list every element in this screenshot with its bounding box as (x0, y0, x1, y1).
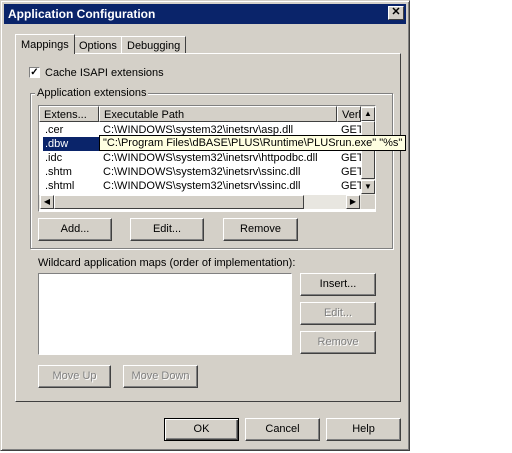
horizontal-scroll-thumb[interactable] (54, 195, 304, 209)
row-dbw-ext[interactable]: .dbw (43, 137, 99, 151)
wildcard-maps-list[interactable] (38, 273, 292, 355)
path-tooltip: "C:\Program Files\dBASE\PLUS\Runtime\PLU… (99, 135, 407, 151)
checkmark-icon: ✓ (30, 67, 39, 78)
wildcard-edit-button[interactable]: Edit... (300, 302, 376, 325)
title-bar[interactable]: Application Configuration ✕ (4, 4, 406, 24)
close-icon: ✕ (391, 6, 401, 18)
row-idc-verb[interactable]: GET (341, 151, 361, 165)
tab-mappings-label: Mappings (21, 39, 69, 51)
scrollbar-corner (361, 195, 375, 209)
extensions-list[interactable]: Extens... Executable Path Verl .cer C:\W… (38, 105, 376, 212)
cancel-button[interactable]: Cancel (245, 418, 320, 441)
tab-options-label: Options (79, 40, 117, 52)
row-shtml-ext[interactable]: .shtml (45, 179, 97, 193)
tab-debugging-label: Debugging (127, 40, 181, 52)
row-shtml-verb[interactable]: GET (341, 179, 361, 193)
row-shtm-path[interactable]: C:\WINDOWS\system32\inetsrv\ssinc.dll (103, 165, 335, 179)
scroll-right-button[interactable]: ▶ (346, 195, 360, 209)
insert-button[interactable]: Insert... (300, 273, 376, 296)
scroll-down-button[interactable]: ▼ (361, 180, 375, 194)
tab-mappings[interactable]: Mappings (15, 34, 75, 54)
column-header-verbs[interactable]: Verl (337, 106, 361, 122)
cache-isapi-checkbox[interactable]: ✓ (29, 67, 40, 78)
arrow-down-icon: ▼ (364, 182, 372, 191)
arrow-left-icon: ◀ (43, 197, 51, 206)
dialog-title: Application Configuration (8, 7, 156, 21)
row-cer-ext[interactable]: .cer (45, 123, 97, 137)
cache-isapi-label: Cache ISAPI extensions (45, 67, 164, 79)
add-button[interactable]: Add... (38, 218, 112, 241)
row-shtm-verb[interactable]: GET (341, 165, 361, 179)
arrow-up-icon: ▲ (364, 109, 372, 118)
row-idc-ext[interactable]: .idc (45, 151, 97, 165)
move-up-button[interactable]: Move Up (38, 365, 111, 388)
application-extensions-label: Application extensions (35, 87, 149, 99)
column-header-extension[interactable]: Extens... (39, 106, 99, 122)
tab-options[interactable]: Options (73, 36, 123, 54)
scroll-left-button[interactable]: ◀ (40, 195, 54, 209)
application-configuration-dialog: Application Configuration ✕ Mappings Opt… (0, 0, 410, 451)
ok-button[interactable]: OK (164, 418, 239, 441)
close-button[interactable]: ✕ (388, 6, 404, 20)
arrow-right-icon: ▶ (349, 197, 357, 206)
move-down-button[interactable]: Move Down (123, 365, 198, 388)
help-button[interactable]: Help (326, 418, 401, 441)
wildcard-remove-button[interactable]: Remove (300, 331, 376, 354)
scroll-up-button[interactable]: ▲ (361, 107, 375, 121)
row-shtm-ext[interactable]: .shtm (45, 165, 97, 179)
row-idc-path[interactable]: C:\WINDOWS\system32\inetsrv\httpodbc.dll (103, 151, 335, 165)
remove-button[interactable]: Remove (223, 218, 298, 241)
edit-button[interactable]: Edit... (130, 218, 204, 241)
row-shtml-path[interactable]: C:\WINDOWS\system32\inetsrv\ssinc.dll (103, 179, 335, 193)
column-header-executable-path[interactable]: Executable Path (99, 106, 337, 122)
wildcard-maps-label: Wildcard application maps (order of impl… (38, 257, 296, 269)
tab-debugging[interactable]: Debugging (121, 36, 187, 54)
